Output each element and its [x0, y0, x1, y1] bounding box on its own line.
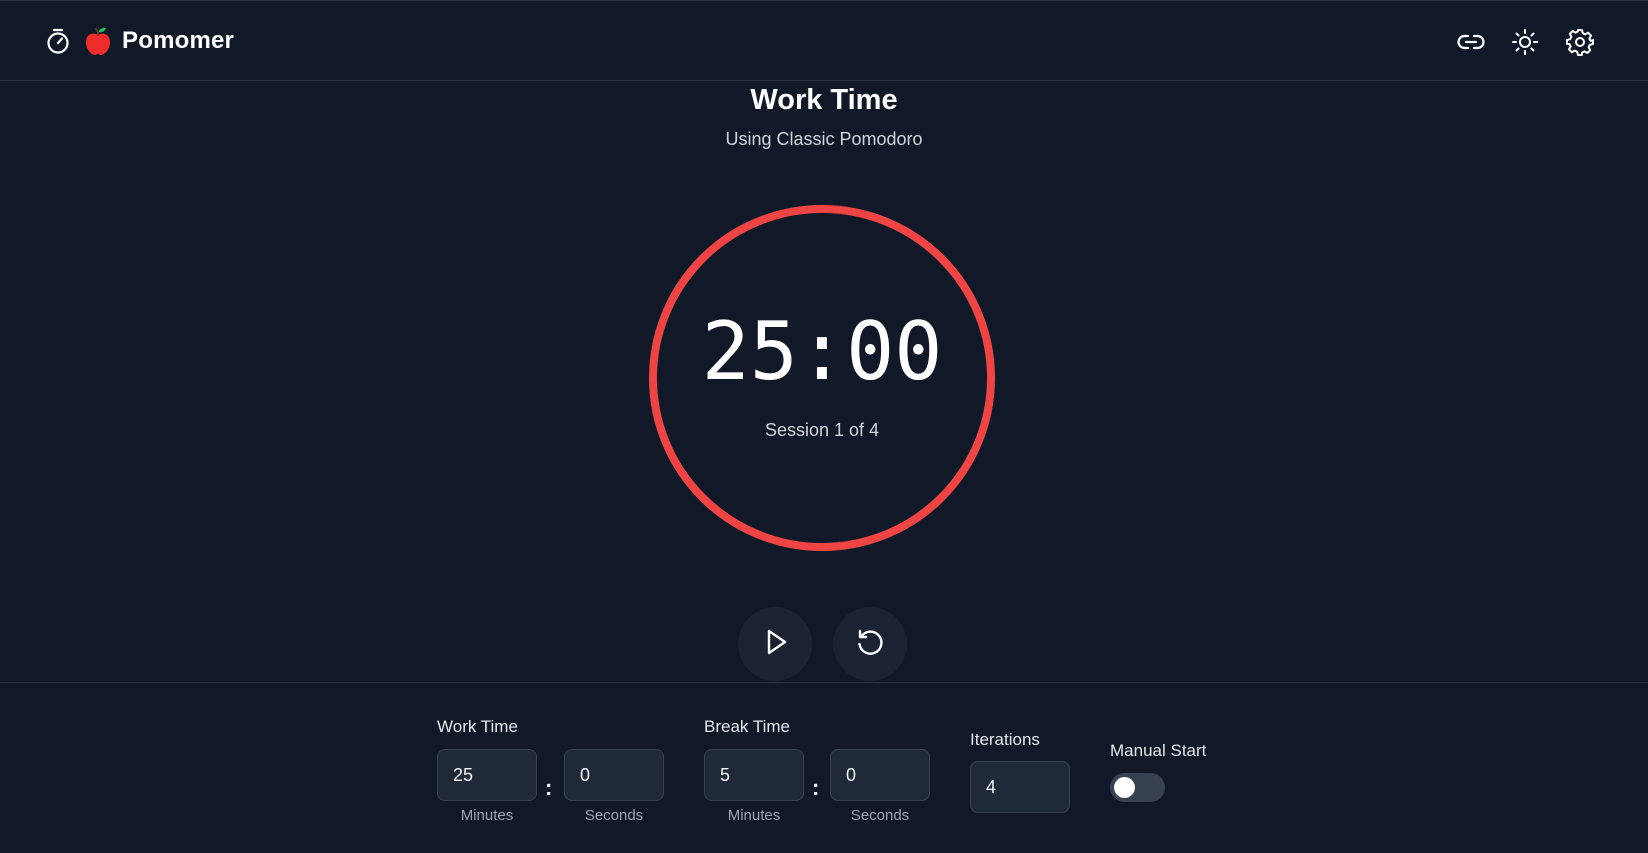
work-minutes-caption: Minutes	[460, 807, 514, 824]
break-seconds-caption: Seconds	[850, 807, 910, 824]
gear-icon[interactable]	[1565, 27, 1595, 57]
break-minutes-caption: Minutes	[727, 807, 781, 824]
work-seconds-caption: Seconds	[584, 807, 644, 824]
work-minutes-input[interactable]	[437, 749, 537, 801]
sun-icon[interactable]	[1510, 27, 1540, 57]
time-separator: :	[545, 775, 553, 800]
reset-icon	[854, 626, 886, 663]
manual-start-label: Manual Start	[1110, 741, 1207, 760]
play-icon	[759, 626, 791, 663]
work-time-label: Work Time	[437, 717, 518, 736]
link-icon[interactable]	[1456, 27, 1486, 57]
reset-button[interactable]	[833, 607, 907, 681]
iterations-label: Iterations	[970, 730, 1040, 749]
countdown-display: 25:00	[701, 305, 943, 398]
break-minutes-input[interactable]	[704, 749, 804, 801]
settings-panel	[0, 682, 1648, 853]
break-time-label: Break Time	[704, 717, 790, 736]
manual-start-toggle[interactable]	[1110, 773, 1165, 802]
session-counter: Session 1 of 4	[764, 420, 880, 440]
play-button[interactable]	[738, 607, 812, 681]
time-separator: :	[812, 775, 820, 800]
top-bar: Pomomer	[0, 0, 1648, 81]
toggle-knob	[1114, 777, 1135, 798]
iterations-input[interactable]	[970, 761, 1070, 813]
break-seconds-input[interactable]	[830, 749, 930, 801]
preset-subtitle: Using Classic Pomodoro	[725, 129, 923, 149]
mode-title: Work Time	[750, 84, 898, 116]
work-seconds-input[interactable]	[564, 749, 664, 801]
